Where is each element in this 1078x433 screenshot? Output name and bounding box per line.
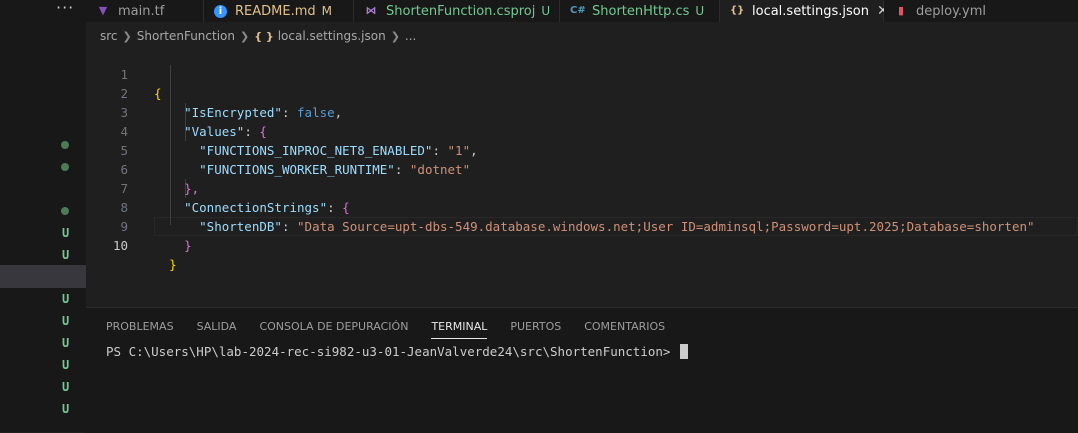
editor-tabs: ▼ main.tf i README.md M ⋈ ShortenFunctio… (86, 0, 1078, 22)
tab-label: deploy.yml (916, 3, 987, 19)
modified-dot-icon (61, 207, 69, 215)
terraform-icon: ▼ (98, 4, 108, 17)
tab-label: local.settings.json (752, 3, 869, 19)
code-line: 8 "ShortenDB": "Data Source=upt-dbs-549.… (86, 179, 1078, 234)
untracked-badge: U (62, 380, 70, 394)
code-line: 6 }, (86, 141, 1078, 196)
code-line: 4 "FUNCTIONS_INPROC_NET8_ENABLED": "1", (86, 103, 1078, 158)
terminal-prompt: PS C:\Users\HP\lab-2024-rec-si982-u3-01-… (106, 344, 678, 359)
tab-label: README.md (235, 3, 316, 19)
tab-salida[interactable]: SALIDA (197, 320, 237, 339)
chevron-right-icon: ❯ (239, 29, 250, 43)
untracked-badge: U (62, 336, 70, 350)
tab-label: ShortenHttp.cs (592, 3, 690, 19)
code-line: 2 "IsEncrypted": false, (86, 65, 1078, 120)
untracked-badge: U (541, 4, 551, 18)
untracked-badge: U (62, 292, 70, 306)
more-actions-icon[interactable]: ··· (56, 0, 74, 17)
untracked-badge: U (62, 358, 70, 372)
code-line: 7 "ConnectionStrings": { (86, 160, 1078, 215)
terminal-output[interactable]: PS C:\Users\HP\lab-2024-rec-si982-u3-01-… (106, 344, 688, 359)
untracked-badge: U (62, 248, 70, 262)
breadcrumb-tail[interactable]: ... (405, 29, 416, 43)
modified-dot-icon (61, 163, 69, 171)
tab-main-tf[interactable]: ▼ main.tf (86, 0, 204, 22)
yaml-icon: ▮ (897, 4, 905, 17)
breadcrumb-src[interactable]: src (100, 29, 118, 43)
breadcrumb-folder[interactable]: ShortenFunction (137, 29, 235, 43)
tab-puertos[interactable]: PUERTOS (510, 320, 561, 339)
chevron-right-icon: ❯ (390, 29, 400, 43)
untracked-badge: U (62, 402, 70, 416)
info-icon: i (214, 4, 227, 18)
code-line: 1 { (86, 46, 1078, 101)
code-line: 5 "FUNCTIONS_WORKER_RUNTIME": "dotnet" (86, 122, 1078, 177)
tab-shortenhttp-cs[interactable]: C# ShortenHttp.cs U (560, 0, 720, 22)
code-line: 10 } (86, 217, 1078, 272)
tab-consola-depuracion[interactable]: CONSOLA DE DEPURACIÓN (259, 320, 408, 339)
line-number: 10 (112, 238, 128, 253)
visual-studio-icon: ⋈ (365, 4, 377, 17)
tab-comentarios[interactable]: COMENTARIOS (584, 320, 665, 339)
tab-terminal[interactable]: TERMINAL (431, 320, 488, 339)
json-icon: { } (254, 29, 274, 43)
code-line: 9 } (86, 198, 1078, 253)
tab-readme-md[interactable]: i README.md M (204, 0, 354, 22)
selected-file-row[interactable] (0, 265, 86, 288)
tab-label: main.tf (118, 3, 165, 19)
breadcrumb: src ❯ ShortenFunction ❯ { } local.settin… (100, 27, 416, 45)
code-editor[interactable]: 1 { 2 "IsEncrypted": false, 3 "Values": … (86, 46, 1078, 308)
tab-shortenfunction-csproj[interactable]: ⋈ ShortenFunction.csproj U (354, 0, 560, 22)
modified-badge: M (321, 4, 332, 18)
csharp-icon: C# (570, 5, 586, 16)
untracked-badge: U (62, 314, 70, 328)
terminal-cursor (679, 344, 688, 359)
untracked-badge: U (695, 4, 705, 18)
chevron-right-icon: ❯ (122, 29, 132, 43)
modified-dot-icon (61, 141, 69, 149)
breadcrumb-file[interactable]: local.settings.json (278, 29, 386, 43)
explorer-sidebar: ··· U U U U U U U U (0, 0, 86, 432)
tab-label: ShortenFunction.csproj (386, 3, 536, 19)
tab-problemas[interactable]: PROBLEMAS (106, 320, 174, 339)
tab-deploy-yml[interactable]: ▮ deploy.yml (884, 0, 1078, 22)
code-line: 3 "Values": { (86, 84, 1078, 139)
bottom-panel: PROBLEMAS SALIDA CONSOLA DE DEPURACIÓN T… (86, 307, 1078, 433)
panel-tabs: PROBLEMAS SALIDA CONSOLA DE DEPURACIÓN T… (106, 320, 688, 339)
tab-local-settings-json[interactable]: {} local.settings.json ✕ (720, 0, 889, 22)
json-icon: {} (730, 5, 745, 16)
untracked-badge: U (62, 226, 70, 240)
